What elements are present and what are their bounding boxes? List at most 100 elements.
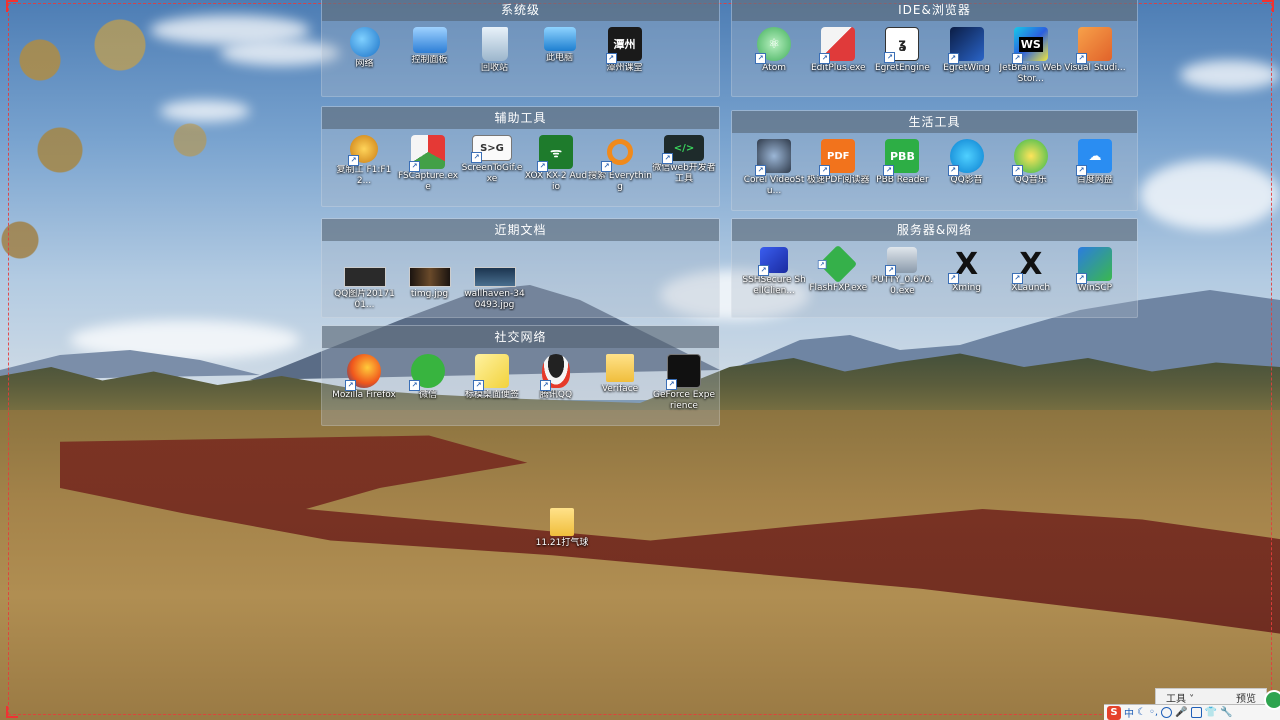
desktop-icon-egret-engine[interactable]: ʓ ↗ EgretEngine (870, 27, 934, 85)
icon-label: 极速PDF阅读器 (806, 175, 870, 185)
fence-aux-tools[interactable]: 辅助工具 ↗ 复制工 F1:F12... ↗ FSCapture.exe S>G… (321, 106, 720, 207)
desktop-icon-xlaunch[interactable]: X ↗ XLaunch (999, 247, 1063, 297)
webstorm-icon: WS ↗ (1011, 27, 1048, 64)
shortcut-arrow-icon: ↗ (345, 380, 356, 391)
icon-label: EgretEngine (875, 63, 930, 73)
desktop-icon-timg[interactable]: timg.jpg (397, 257, 462, 311)
desktop-icon-recycle-bin[interactable]: 回收站 (462, 27, 527, 74)
shortcut-arrow-icon: ↗ (662, 153, 673, 164)
shortcut-arrow-icon: ↗ (884, 52, 896, 63)
tools-menu-button[interactable]: 工具 ˅ (1166, 690, 1194, 705)
folder-icon (550, 508, 574, 536)
pdf-reader-icon: PDF ↗ (819, 139, 856, 176)
desktop-icon-egret-wing[interactable]: ↗ EgretWing (935, 27, 999, 85)
shortcut-arrow-icon: ↗ (947, 165, 959, 176)
control-panel-icon (412, 27, 447, 53)
smiley-icon[interactable] (1161, 707, 1173, 718)
icon-label: 11.21打气球 (535, 538, 589, 548)
fence-recent-docs[interactable]: 近期文档 QQ图片2017101... timg.jpg wallhaven-3… (321, 218, 720, 318)
microphone-icon[interactable]: 🎤 (1175, 707, 1187, 718)
desktop-icon-network[interactable]: 网络 (332, 27, 397, 74)
desktop-icon-wechat[interactable]: ↗ 微信 (396, 354, 460, 412)
desktop-icon-tencent-qq[interactable]: ↗ 腾讯QQ (524, 354, 588, 412)
desktop-icon-putty[interactable]: ↗ PUTTY_0.670.0.exe (870, 247, 934, 297)
desktop-icon-qq-player[interactable]: ↗ QQ影音 (935, 139, 999, 197)
glyph-text: PBB (890, 149, 915, 163)
desktop-icon-webstorm[interactable]: WS ↗ JetBrains WebStor... (999, 27, 1063, 85)
desktop-icon-ssh-secure-shell[interactable]: ↗ SSHSecure ShellClien... (742, 247, 806, 297)
desktop-icon-this-pc[interactable]: 此电脑 (527, 27, 592, 74)
desktop-icon-sticky-notes[interactable]: ↗ 标模桌面便签 (460, 354, 524, 412)
shirt-icon[interactable]: 👕 (1205, 707, 1217, 718)
desktop-icon-copy-tool[interactable]: ↗ 复制工 F1:F12... (332, 135, 396, 193)
desktop-icon-wechat-devtools[interactable]: </> ↗ 微信web开发者工具 (652, 135, 716, 193)
desktop-icon-xox-audio[interactable]: ᯤ ↗ XOX KX-2 Audio (524, 135, 588, 193)
desktop-icon-control-panel[interactable]: 控制面板 (397, 27, 462, 74)
glyph-text: 潭州 (613, 38, 636, 51)
fence-social[interactable]: 社交网络 ↗ Mozilla Firefox ↗ 微信 ↗ 标模桌面便签 ↗ 腾… (321, 325, 720, 426)
recycle-bin-icon (481, 27, 508, 61)
xox-audio-icon: ᯤ ↗ (537, 135, 573, 172)
icon-label: WinSCP (1077, 283, 1113, 293)
desktop-icon-pbb-reader[interactable]: PBB ↗ PBB Reader (870, 139, 934, 197)
desktop-icon-folder-balloon[interactable]: 11.21打气球 (532, 508, 592, 549)
desktop-icon-editplus[interactable]: ↗ EditPlus.exe (806, 27, 870, 85)
desktop-icon-winscp[interactable]: ↗ WinSCP (1063, 247, 1127, 297)
desktop-icon-qq-image[interactable]: QQ图片2017101... (332, 257, 397, 311)
wrench-icon[interactable]: 🔧 (1220, 707, 1232, 718)
copy-tool-icon: ↗ (348, 135, 378, 166)
punctuation-icon[interactable]: ◦, (1149, 707, 1158, 718)
sogou-ime-logo-icon[interactable]: S (1107, 705, 1121, 720)
desktop-icon-everything[interactable]: ↗ 搜索 Everything (588, 135, 652, 193)
desktop-icon-fscapture[interactable]: ↗ FSCapture.exe (396, 135, 460, 193)
desktop-icon-screentogif[interactable]: S>G ↗ ScreenToGif.exe (460, 135, 524, 193)
desktop-icon-wallhaven[interactable]: wallhaven-340493.jpg (462, 257, 527, 311)
shortcut-arrow-icon: ↗ (540, 380, 551, 391)
icon-label: XLaunch (1011, 283, 1051, 293)
image-thumbnail-icon (343, 267, 386, 287)
editplus-icon: ↗ (819, 27, 856, 64)
frame-corner-top-left (6, 0, 18, 12)
icon-label: Visual Studi... (1064, 63, 1126, 73)
desktop-icon-tanzhou[interactable]: 潭州 ↗ 潭州课堂 (592, 27, 657, 74)
fence-title: 近期文档 (322, 219, 719, 241)
fence-life-tools[interactable]: 生活工具 ↗ Corel VideoStu... PDF ↗ 极速PDF阅读器 … (731, 110, 1138, 211)
winscp-icon: ↗ (1075, 247, 1112, 284)
icon-label: EgretWing (943, 63, 990, 73)
shortcut-arrow-icon: ↗ (605, 53, 617, 64)
keyboard-icon[interactable] (1190, 707, 1202, 718)
icon-label: Xming (952, 283, 982, 293)
desktop-icon-firefox[interactable]: ↗ Mozilla Firefox (332, 354, 396, 412)
fence-system[interactable]: 系统级 网络 控制面板 回收站 此电脑 潭州 ↗ 潭州课堂 (321, 0, 720, 97)
desktop-icon-atom[interactable]: ⚛ ↗ Atom (742, 27, 806, 85)
tray-app-icon[interactable] (1264, 690, 1280, 710)
wechat-icon: ↗ (409, 354, 445, 391)
shortcut-arrow-icon: ↗ (1075, 165, 1087, 176)
desktop-icon-qq-music[interactable]: ↗ QQ音乐 (999, 139, 1063, 197)
desktop-icon-vscode[interactable]: ↗ Visual Studi... (1063, 27, 1127, 85)
glyph-text: WS (1018, 36, 1043, 52)
shortcut-arrow-icon: ↗ (755, 53, 767, 64)
icon-label: QQ音乐 (1014, 175, 1047, 185)
icon-label: FSCapture.exe (397, 171, 459, 192)
desktop-icon-geforce[interactable]: ↗ GeForce Experience (652, 354, 716, 412)
desktop-icon-xming[interactable]: X ↗ Xming (935, 247, 999, 297)
icon-label: 腾讯QQ (539, 390, 573, 400)
icon-label: 微信 (418, 390, 437, 400)
moon-icon[interactable]: ☾ (1137, 707, 1146, 718)
fence-title: IDE&浏览器 (732, 0, 1137, 21)
desktop-icon-pdf-reader[interactable]: PDF ↗ 极速PDF阅读器 (806, 139, 870, 197)
glyph-text: </> (673, 142, 695, 154)
fence-title: 辅助工具 (322, 107, 719, 129)
icon-label: Mozilla Firefox (332, 390, 396, 400)
fence-server-network[interactable]: 服务器&网络 ↗ SSHSecure ShellClien... ↗ Flash… (731, 218, 1138, 318)
shortcut-arrow-icon: ↗ (409, 380, 420, 391)
desktop-icon-veriface[interactable]: Veriface (588, 354, 652, 412)
desktop-icon-corel[interactable]: ↗ Corel VideoStu... (742, 139, 806, 197)
desktop-icon-flashfxp[interactable]: ↗ FlashFXP.exe (806, 244, 870, 297)
fence-ide[interactable]: IDE&浏览器 ⚛ ↗ Atom ↗ EditPlus.exe ʓ ↗ EgretE… (731, 0, 1138, 97)
preview-button[interactable]: 预览 (1236, 690, 1256, 705)
ime-mode-toggle[interactable]: 中 (1124, 705, 1134, 720)
icon-label: 回收站 (480, 63, 508, 73)
desktop-icon-baidu-netdisk[interactable]: ☁ ↗ 百度网盘 (1063, 139, 1127, 197)
